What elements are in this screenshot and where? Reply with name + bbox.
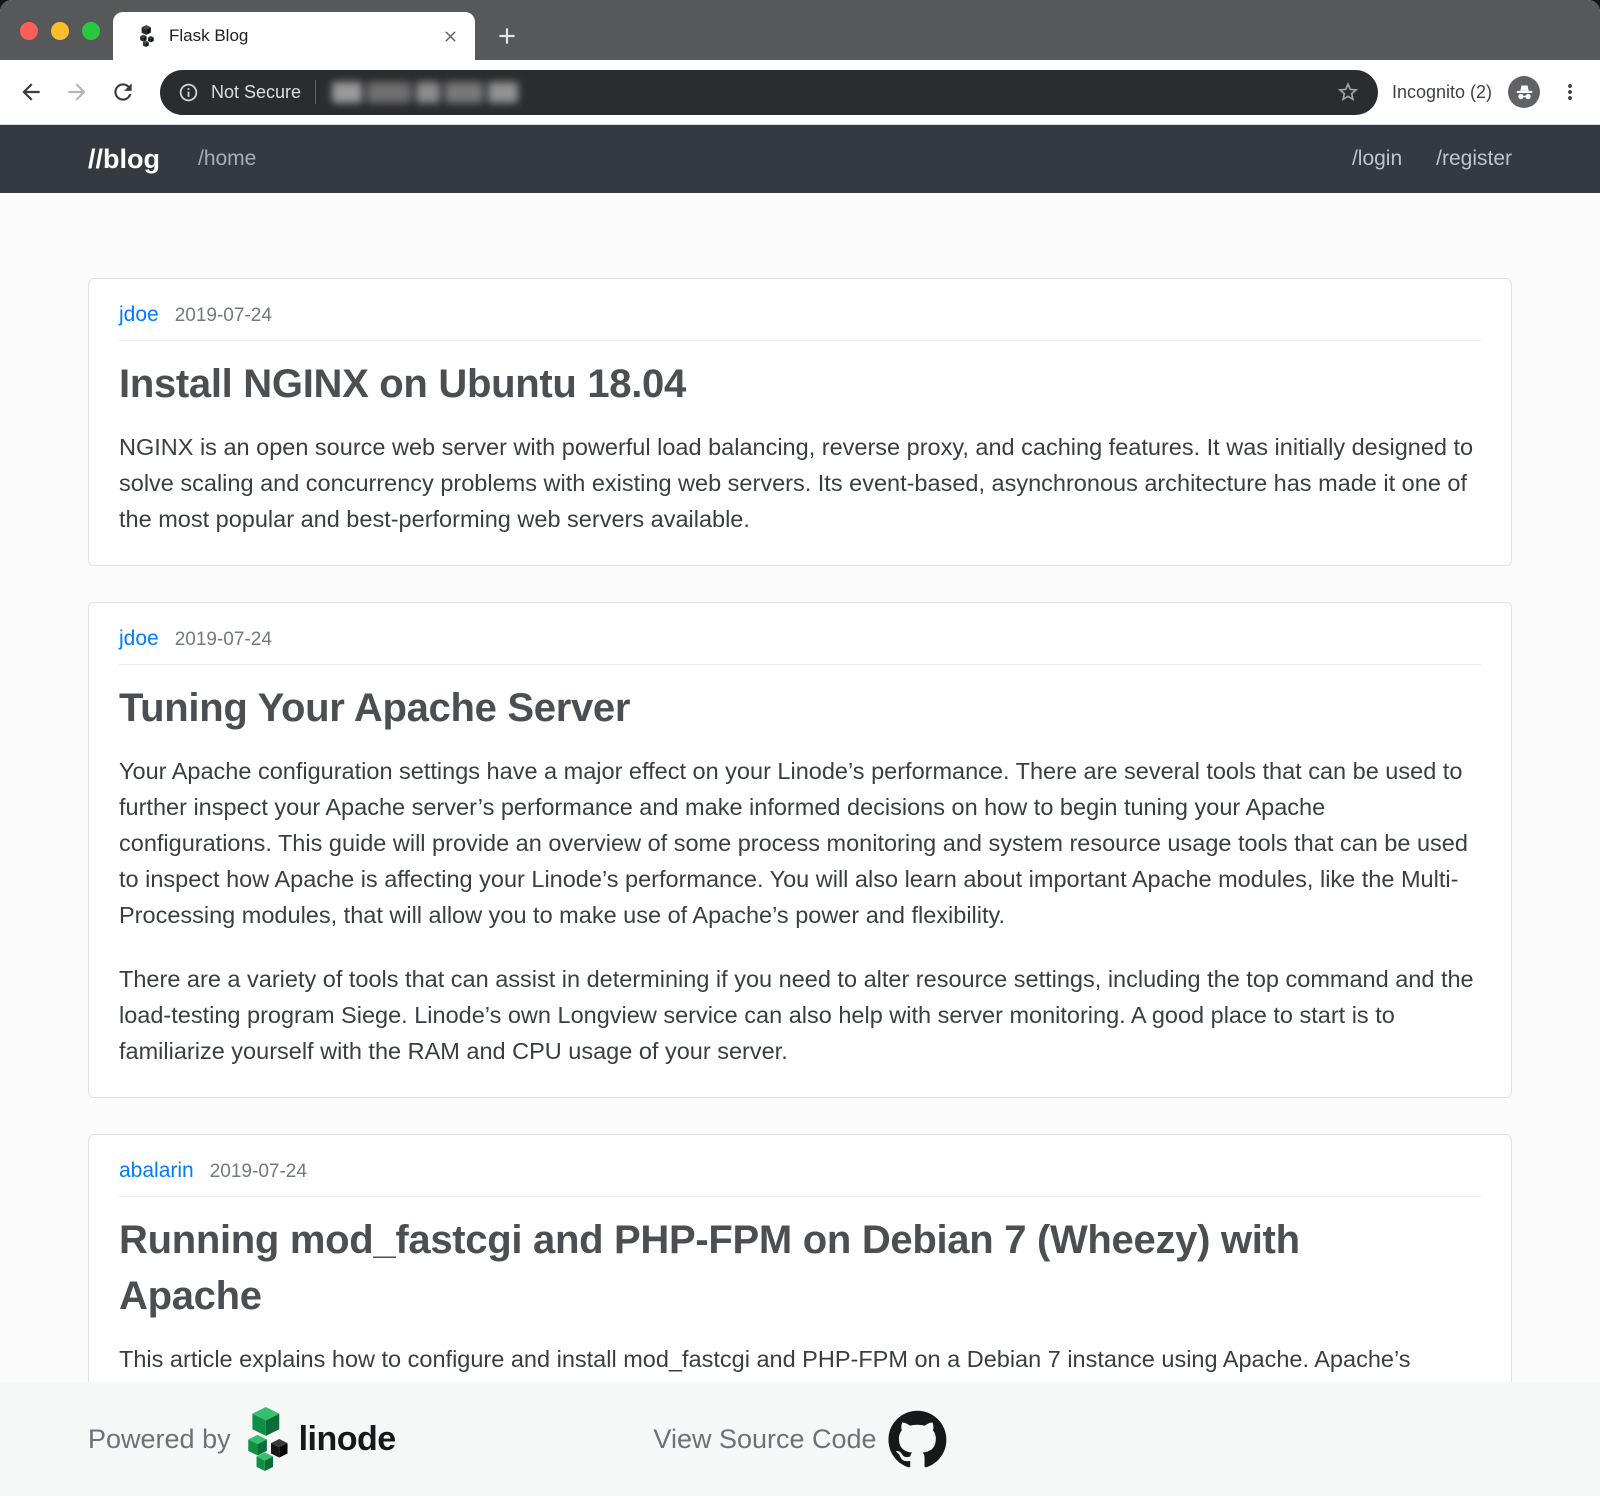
post-excerpt: This article explains how to configure a… bbox=[119, 1341, 1481, 1382]
site-navbar: //blog /home /login /register bbox=[0, 125, 1600, 193]
info-icon[interactable] bbox=[178, 82, 199, 103]
nav-link-home[interactable]: /home bbox=[198, 147, 256, 171]
divider bbox=[315, 80, 316, 104]
forward-icon[interactable] bbox=[64, 79, 90, 105]
post-excerpt: There are a variety of tools that can as… bbox=[119, 961, 1481, 1069]
bookmark-star-icon[interactable] bbox=[1336, 80, 1360, 104]
post-author-link[interactable]: jdoe bbox=[119, 627, 159, 651]
minimize-window-button[interactable] bbox=[51, 22, 69, 40]
view-source-label: View Source Code bbox=[653, 1424, 876, 1455]
obscured-url bbox=[332, 82, 518, 103]
post-card: jdoe 2019-07-24 Install NGINX on Ubuntu … bbox=[88, 278, 1512, 566]
window-controls bbox=[20, 22, 100, 40]
post-list: jdoe 2019-07-24 Install NGINX on Ubuntu … bbox=[0, 193, 1600, 1382]
post-date: 2019-07-24 bbox=[175, 629, 272, 651]
divider bbox=[119, 340, 1481, 341]
favicon-linode-icon bbox=[139, 25, 157, 47]
linode-wordmark: linode bbox=[299, 1420, 396, 1459]
post-title: Running mod_fastcgi and PHP-FPM on Debia… bbox=[119, 1212, 1404, 1326]
address-bar[interactable]: Not Secure bbox=[160, 70, 1378, 115]
navbar-brand[interactable]: //blog bbox=[88, 144, 160, 175]
incognito-label: Incognito (2) bbox=[1392, 82, 1492, 103]
post-date: 2019-07-24 bbox=[175, 305, 272, 327]
page-footer: Powered by linode bbox=[0, 1382, 1600, 1496]
nav-link-register[interactable]: /register bbox=[1436, 147, 1512, 171]
post-title: Install NGINX on Ubuntu 18.04 bbox=[119, 356, 1404, 413]
github-icon bbox=[889, 1410, 947, 1468]
not-secure-label: Not Secure bbox=[211, 82, 301, 103]
reload-icon[interactable] bbox=[110, 79, 136, 105]
close-tab-icon[interactable] bbox=[441, 27, 459, 45]
divider bbox=[119, 664, 1481, 665]
post-card: jdoe 2019-07-24 Tuning Your Apache Serve… bbox=[88, 602, 1512, 1098]
post-card: abalarin 2019-07-24 Running mod_fastcgi … bbox=[88, 1134, 1512, 1382]
tab-title: Flask Blog bbox=[169, 26, 248, 46]
zoom-window-button[interactable] bbox=[82, 22, 100, 40]
divider bbox=[119, 1196, 1481, 1197]
powered-by-label: Powered by bbox=[88, 1424, 231, 1455]
browser-menu-icon[interactable] bbox=[1558, 80, 1582, 104]
nav-link-login[interactable]: /login bbox=[1352, 147, 1402, 171]
view-source-link[interactable]: View Source Code bbox=[653, 1410, 946, 1468]
browser-toolbar: Not Secure Incognito (2) bbox=[0, 60, 1600, 125]
new-tab-button[interactable] bbox=[494, 23, 520, 49]
post-excerpt: Your Apache configuration settings have … bbox=[119, 753, 1481, 933]
post-author-link[interactable]: abalarin bbox=[119, 1159, 194, 1183]
linode-logo-icon[interactable]: linode bbox=[245, 1407, 396, 1471]
back-icon[interactable] bbox=[18, 79, 44, 105]
post-title: Tuning Your Apache Server bbox=[119, 680, 1404, 737]
incognito-icon bbox=[1508, 76, 1540, 108]
close-window-button[interactable] bbox=[20, 22, 38, 40]
post-excerpt: NGINX is an open source web server with … bbox=[119, 429, 1481, 537]
browser-window: Flask Blog Not Secure bbox=[0, 0, 1600, 1496]
tab-strip: Flask Blog bbox=[0, 0, 1600, 60]
post-date: 2019-07-24 bbox=[210, 1161, 307, 1183]
browser-tab[interactable]: Flask Blog bbox=[113, 12, 475, 60]
post-author-link[interactable]: jdoe bbox=[119, 303, 159, 327]
